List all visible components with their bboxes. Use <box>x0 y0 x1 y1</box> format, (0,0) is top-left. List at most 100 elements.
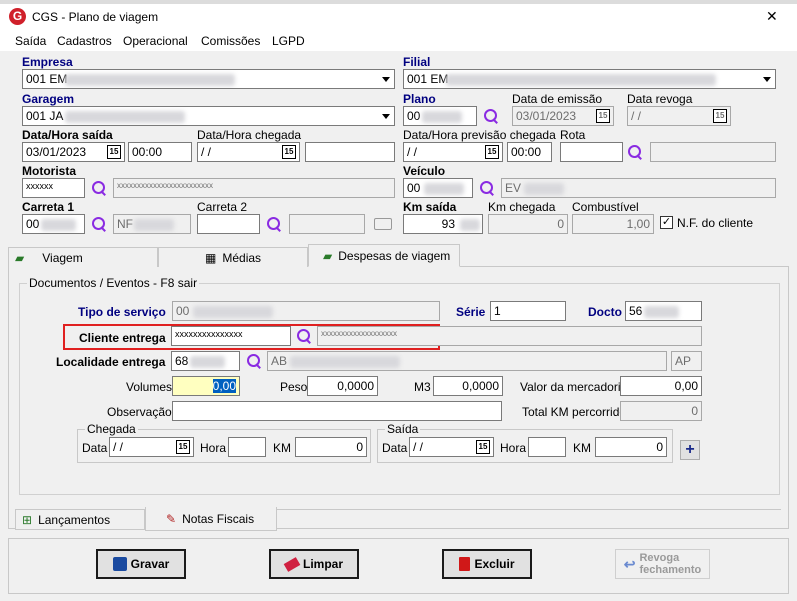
carreta1-input[interactable]: 00 <box>22 214 85 234</box>
tipo-field: 00 <box>172 301 440 321</box>
saida-label: Data/Hora saída <box>22 128 113 142</box>
calendar-icon[interactable]: 15 <box>596 109 610 123</box>
saida-hora-field[interactable] <box>528 437 566 457</box>
cliente-input[interactable]: xxxxxxxxxxxxxxx <box>171 326 291 346</box>
app-logo-icon: G <box>9 8 26 25</box>
money-icon: ▰ <box>323 248 333 263</box>
add-list-icon: ⊞ <box>22 512 33 527</box>
chevron-down-icon[interactable] <box>378 70 394 88</box>
valor-input[interactable]: 0,00 <box>620 376 702 396</box>
chegada-data-label: Data <box>82 441 108 455</box>
rota-input[interactable] <box>560 142 623 162</box>
chegada-data-input[interactable]: / /15 <box>109 437 194 457</box>
calculator-icon: ▦ <box>205 250 217 265</box>
combustivel-label: Combustível <box>572 200 639 214</box>
calendar-icon[interactable]: 15 <box>476 440 490 454</box>
kmsaida-input[interactable]: 93 <box>403 214 483 234</box>
revoga-label: Data revoga <box>627 92 693 106</box>
gravar-button[interactable]: Gravar <box>96 549 186 579</box>
obs-label: Observação <box>107 405 172 419</box>
menu-saida[interactable]: Saída <box>15 34 46 48</box>
search-motorista-icon[interactable] <box>91 180 107 196</box>
tab-lancamentos[interactable]: ⊞ Lançamentos <box>15 510 145 530</box>
save-icon <box>112 557 127 571</box>
previsao-date-input[interactable]: / /15 <box>403 142 503 162</box>
carreta1-desc: NF <box>113 214 191 234</box>
valor-label: Valor da mercadoria <box>520 380 628 394</box>
chegada-km-label: KM <box>273 441 291 455</box>
search-carreta1-icon[interactable] <box>91 216 107 232</box>
peso-input[interactable]: 0,0000 <box>307 376 378 396</box>
empresa-select[interactable]: 001 EM <box>22 69 395 89</box>
filial-select[interactable]: 001 EM <box>403 69 776 89</box>
localidade-input[interactable]: 68 <box>171 351 240 371</box>
revoga-field: / /15 <box>627 106 731 126</box>
carreta1-label: Carreta 1 <box>22 200 75 214</box>
chegada-hora-input[interactable] <box>305 142 395 162</box>
carreta2-input[interactable] <box>197 214 260 234</box>
saida-km-label: KM <box>573 441 591 455</box>
serie-label: Série <box>456 305 486 319</box>
saida-date-input[interactable]: 03/01/2023 15 <box>22 142 125 162</box>
plano-input[interactable]: 00 <box>403 106 477 126</box>
chevron-down-icon[interactable] <box>759 70 775 88</box>
revoga-fechamento-button[interactable]: ↩ Revoga fechamento <box>615 549 710 579</box>
chegada-km-input[interactable]: 0 <box>295 437 367 457</box>
add-button[interactable]: + <box>680 440 700 460</box>
search-rota-icon[interactable] <box>627 144 643 160</box>
saida-data-input[interactable]: / /15 <box>409 437 494 457</box>
saida-group-title: Saída <box>385 422 421 436</box>
cliente-desc: xxxxxxxxxxxxxxxxxxx <box>317 326 702 346</box>
docto-label: Docto <box>588 305 622 319</box>
calendar-icon[interactable]: 15 <box>282 145 296 159</box>
tab-viagem[interactable]: ▰ Viagem <box>8 247 158 267</box>
calendar-icon[interactable]: 15 <box>107 145 121 159</box>
cliente-label: Cliente entrega <box>79 331 166 345</box>
menu-comissoes[interactable]: Comissões <box>201 34 260 48</box>
search-veiculo-icon[interactable] <box>479 180 495 196</box>
close-icon[interactable]: ✕ <box>766 8 778 25</box>
menu-lgpd[interactable]: LGPD <box>272 34 305 48</box>
garagem-select[interactable]: 001 JA <box>22 106 395 126</box>
search-plano-icon[interactable] <box>483 108 499 124</box>
title-bar: G CGS - Plano de viagem ✕ <box>0 0 797 32</box>
search-carreta2-icon[interactable] <box>266 216 282 232</box>
saida-hora-input[interactable]: 00:00 <box>128 142 192 162</box>
trash-icon <box>459 557 471 571</box>
m3-input[interactable]: 0,0000 <box>433 376 503 396</box>
tab-despesas[interactable]: ▰ Despesas de viagem <box>308 244 460 267</box>
nf-checkbox[interactable]: ✓ <box>660 216 673 229</box>
motorista-input[interactable]: xxxxxx <box>22 178 85 198</box>
saida-hora-label: Hora <box>500 441 527 455</box>
localidade-label: Localidade entrega <box>56 355 166 369</box>
calendar-icon[interactable]: 15 <box>485 145 499 159</box>
chegada-date-input[interactable]: / /15 <box>197 142 300 162</box>
truck-icon: ▰ <box>15 250 25 265</box>
rota-desc <box>650 142 776 162</box>
carreta2-desc <box>289 214 365 234</box>
limpar-button[interactable]: Limpar <box>269 549 359 579</box>
menu-cadastros[interactable]: Cadastros <box>57 34 112 48</box>
search-cliente-icon[interactable] <box>296 328 312 344</box>
previsao-hora-input[interactable]: 00:00 <box>507 142 552 162</box>
menu-operacional[interactable]: Operacional <box>123 34 188 48</box>
docto-input[interactable]: 56 <box>625 301 702 321</box>
volumes-input[interactable]: 0,00 <box>172 376 240 396</box>
chevron-down-icon[interactable] <box>378 107 394 125</box>
veiculo-input[interactable]: 00 <box>403 178 473 198</box>
calendar-icon[interactable]: 15 <box>176 440 190 454</box>
excluir-button[interactable]: Excluir <box>442 549 532 579</box>
tab-notas-fiscais[interactable]: ✎ Notas Fiscais <box>145 507 277 531</box>
serie-input[interactable]: 1 <box>490 301 566 321</box>
search-localidade-icon[interactable] <box>246 353 262 369</box>
kmchegada-label: Km chegada <box>488 200 556 214</box>
chegada-hora-field[interactable] <box>228 437 266 457</box>
saida-km-input[interactable]: 0 <box>595 437 667 457</box>
tab-medias[interactable]: ▦ Médias <box>158 247 308 267</box>
motorista-label: Motorista <box>22 164 76 178</box>
docs-group-title: Documentos / Eventos - F8 sair <box>27 276 200 290</box>
obs-input[interactable] <box>172 401 502 421</box>
emissao-label: Data de emissão <box>512 92 603 106</box>
calendar-icon[interactable]: 15 <box>713 109 727 123</box>
volumes-label: Volumes <box>126 380 173 394</box>
